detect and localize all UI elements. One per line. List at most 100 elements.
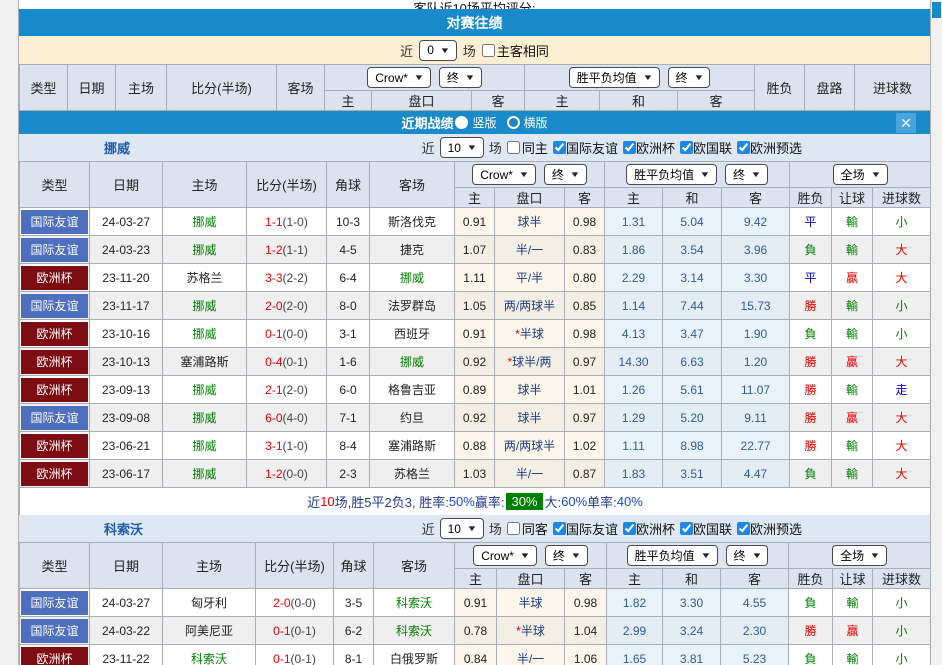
away-team[interactable]: 法罗群岛: [370, 292, 455, 320]
team-name[interactable]: 挪威: [104, 138, 130, 157]
away-team[interactable]: 约旦: [370, 404, 455, 432]
avg-away-odds: 22.77: [722, 432, 790, 460]
home-team[interactable]: 阿美尼亚: [163, 617, 256, 645]
vertical-radio[interactable]: [455, 116, 468, 129]
handicap-line: 两/两球半: [495, 432, 565, 460]
euro-checkbox[interactable]: [623, 522, 636, 535]
league-badge[interactable]: 国际友谊: [20, 292, 90, 320]
scope-select-group: 全场▼: [790, 162, 931, 188]
final-select[interactable]: 终▼: [726, 545, 769, 566]
away-team[interactable]: 挪威: [370, 264, 455, 292]
home-team[interactable]: 挪威: [163, 292, 247, 320]
league-badge[interactable]: 国际友谊: [20, 236, 90, 264]
bookmaker-select[interactable]: Crow*▼: [472, 164, 536, 185]
match-score[interactable]: 0-1(0-0): [247, 320, 327, 348]
home-team[interactable]: 挪威: [163, 208, 247, 236]
home-team[interactable]: 挪威: [163, 404, 247, 432]
league-badge[interactable]: 国际友谊: [20, 589, 90, 617]
league-badge[interactable]: 欧洲杯: [20, 264, 90, 292]
bookmaker-select[interactable]: Crow*▼: [473, 545, 537, 566]
scrollbar-thumb[interactable]: [932, 2, 941, 18]
league-badge[interactable]: 国际友谊: [20, 617, 90, 645]
match-score[interactable]: 2-0(0-0): [256, 589, 334, 617]
match-score[interactable]: 0-4(0-1): [247, 348, 327, 376]
away-team[interactable]: 格鲁吉亚: [370, 376, 455, 404]
horizontal-radio[interactable]: [507, 116, 520, 129]
final-select[interactable]: 终▼: [439, 67, 482, 88]
home-team[interactable]: 塞浦路斯: [163, 348, 247, 376]
away-team[interactable]: 捷克: [370, 236, 455, 264]
recent-count-select[interactable]: 10▼: [440, 137, 484, 158]
friendly-checkbox[interactable]: [553, 522, 566, 535]
euro-checkbox[interactable]: [623, 141, 636, 154]
scope-select[interactable]: 全场▼: [833, 164, 888, 185]
home-team[interactable]: 匈牙利: [163, 589, 256, 617]
friendly-checkbox[interactable]: [553, 141, 566, 154]
away-team[interactable]: 科索沃: [374, 617, 455, 645]
crow-away-odds: 1.04: [565, 617, 607, 645]
recent-count-select[interactable]: 10▼: [440, 518, 484, 539]
match-score[interactable]: 2-1(2-0): [247, 376, 327, 404]
league-badge[interactable]: 国际友谊: [20, 208, 90, 236]
qualifier-checkbox[interactable]: [737, 141, 750, 154]
away-team[interactable]: 挪威: [370, 348, 455, 376]
away-team[interactable]: 白俄罗斯: [374, 645, 455, 665]
kosovo-matches-table: 类型 日期 主场 比分(半场) 角球 客场 Crow*▼ 终▼ 胜平负均: [19, 542, 931, 665]
away-team[interactable]: 塞浦路斯: [370, 432, 455, 460]
avg-odds-select[interactable]: 胜平负均值▼: [569, 67, 660, 88]
team-name[interactable]: 科索沃: [104, 519, 143, 538]
bookmaker-select[interactable]: Crow*▼: [367, 67, 431, 88]
home-team[interactable]: 挪威: [163, 376, 247, 404]
avg-odds-select[interactable]: 胜平负均值▼: [627, 545, 718, 566]
home-team[interactable]: 挪威: [163, 432, 247, 460]
nations-checkbox[interactable]: [680, 522, 693, 535]
final-select[interactable]: 终▼: [668, 67, 711, 88]
league-badge[interactable]: 欧洲杯: [20, 376, 90, 404]
scrollbar[interactable]: [931, 0, 942, 665]
home-team[interactable]: 挪威: [163, 460, 247, 488]
league-badge[interactable]: 欧洲杯: [20, 432, 90, 460]
win-draw-loss-result: 負: [790, 320, 832, 348]
avg-odds-select[interactable]: 胜平负均值▼: [626, 164, 717, 185]
final-select[interactable]: 终▼: [544, 164, 587, 185]
match-score[interactable]: 0-1(0-1): [256, 645, 334, 665]
scope-select[interactable]: 全场▼: [832, 545, 887, 566]
nations-checkbox[interactable]: [680, 141, 693, 154]
chevron-down-icon: ▼: [750, 170, 761, 179]
home-team[interactable]: 挪威: [163, 320, 247, 348]
league-badge[interactable]: 欧洲杯: [20, 645, 90, 665]
match-score[interactable]: 3-1(1-0): [247, 432, 327, 460]
final-select[interactable]: 终▼: [545, 545, 588, 566]
same-away-checkbox[interactable]: [507, 522, 520, 535]
home-team[interactable]: 科索沃: [163, 645, 256, 665]
away-team[interactable]: 西班牙: [370, 320, 455, 348]
match-score[interactable]: 6-0(4-0): [247, 404, 327, 432]
match-score[interactable]: 1-2(1-1): [247, 236, 327, 264]
same-home-checkbox[interactable]: [507, 141, 520, 154]
home-team[interactable]: 挪威: [163, 236, 247, 264]
match-row: 国际友谊24-03-27挪威1-1(1-0)10-3斯洛伐克0.91球半0.98…: [20, 208, 931, 236]
crow-away-odds: 0.80: [565, 264, 605, 292]
match-score[interactable]: 1-2(0-0): [247, 460, 327, 488]
win-draw-loss-result: 勝: [790, 376, 832, 404]
match-score[interactable]: 2-0(2-0): [247, 292, 327, 320]
match-score[interactable]: 1-1(1-0): [247, 208, 327, 236]
final-select[interactable]: 终▼: [725, 164, 768, 185]
same-home-away-checkbox[interactable]: [482, 44, 495, 57]
match-date: 23-11-20: [90, 264, 163, 292]
home-team[interactable]: 苏格兰: [163, 264, 247, 292]
close-icon[interactable]: ✕: [896, 113, 916, 133]
league-badge[interactable]: 欧洲杯: [20, 320, 90, 348]
league-badge[interactable]: 欧洲杯: [20, 460, 90, 488]
away-team[interactable]: 科索沃: [374, 589, 455, 617]
league-badge[interactable]: 国际友谊: [20, 404, 90, 432]
qualifier-checkbox[interactable]: [737, 522, 750, 535]
h2h-count-select[interactable]: 0▼: [419, 40, 457, 61]
match-date: 23-06-21: [90, 432, 163, 460]
league-badge[interactable]: 欧洲杯: [20, 348, 90, 376]
away-team[interactable]: 苏格兰: [370, 460, 455, 488]
away-team[interactable]: 斯洛伐克: [370, 208, 455, 236]
corner-score: 6-2: [334, 617, 374, 645]
match-score[interactable]: 0-1(0-1): [256, 617, 334, 645]
match-score[interactable]: 3-3(2-2): [247, 264, 327, 292]
